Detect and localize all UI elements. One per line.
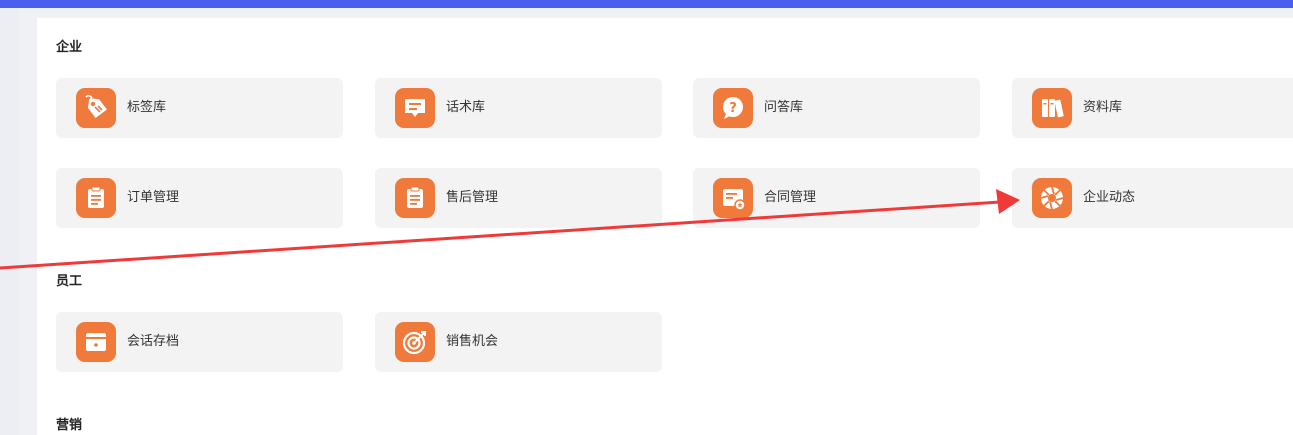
module-card-after-sales-management[interactable]: 售后管理 [375, 168, 662, 228]
module-card-label: 资料库 [1083, 100, 1123, 115]
target-icon [395, 322, 435, 362]
section-title-employee: 员工 [56, 274, 83, 289]
module-card-tag-library[interactable]: 标签库 [56, 78, 343, 138]
main-panel: 企业 标签库 话术库 ? 问答库 资料库 订单管理 售后管理 合同管理 企业动态… [37, 18, 1293, 435]
module-card-contract-management[interactable]: 合同管理 [693, 168, 980, 228]
module-card-qa-library[interactable]: ? 问答库 [693, 78, 980, 138]
module-card-label: 标签库 [127, 100, 167, 115]
module-card-label: 话术库 [446, 100, 486, 115]
module-card-label: 会话存档 [127, 334, 180, 349]
top-accent-bar [0, 0, 1293, 8]
archive-box-icon [76, 322, 116, 362]
module-card-enterprise-news[interactable]: 企业动态 [1012, 168, 1293, 228]
left-sidebar-edge [0, 8, 18, 435]
books-icon [1032, 88, 1072, 128]
clipboard-icon [395, 178, 435, 218]
chat-bubble-icon [395, 88, 435, 128]
module-card-script-library[interactable]: 话术库 [375, 78, 662, 138]
contract-icon [713, 178, 753, 218]
aperture-icon [1032, 178, 1072, 218]
section-title-marketing: 营销 [56, 418, 83, 433]
module-card-material-library[interactable]: 资料库 [1012, 78, 1293, 138]
module-card-label: 企业动态 [1083, 190, 1136, 205]
module-card-label: 售后管理 [446, 190, 499, 205]
module-card-sales-opportunity[interactable]: 销售机会 [375, 312, 662, 372]
clipboard-icon [76, 178, 116, 218]
section-title-enterprise: 企业 [56, 40, 83, 55]
module-card-label: 问答库 [764, 100, 804, 115]
tag-icon [76, 88, 116, 128]
svg-text:?: ? [729, 101, 737, 116]
module-card-label: 合同管理 [764, 190, 817, 205]
module-card-order-management[interactable]: 订单管理 [56, 168, 343, 228]
module-card-label: 订单管理 [127, 190, 180, 205]
module-card-label: 销售机会 [446, 334, 499, 349]
module-card-chat-archive[interactable]: 会话存档 [56, 312, 343, 372]
question-icon: ? [713, 88, 753, 128]
